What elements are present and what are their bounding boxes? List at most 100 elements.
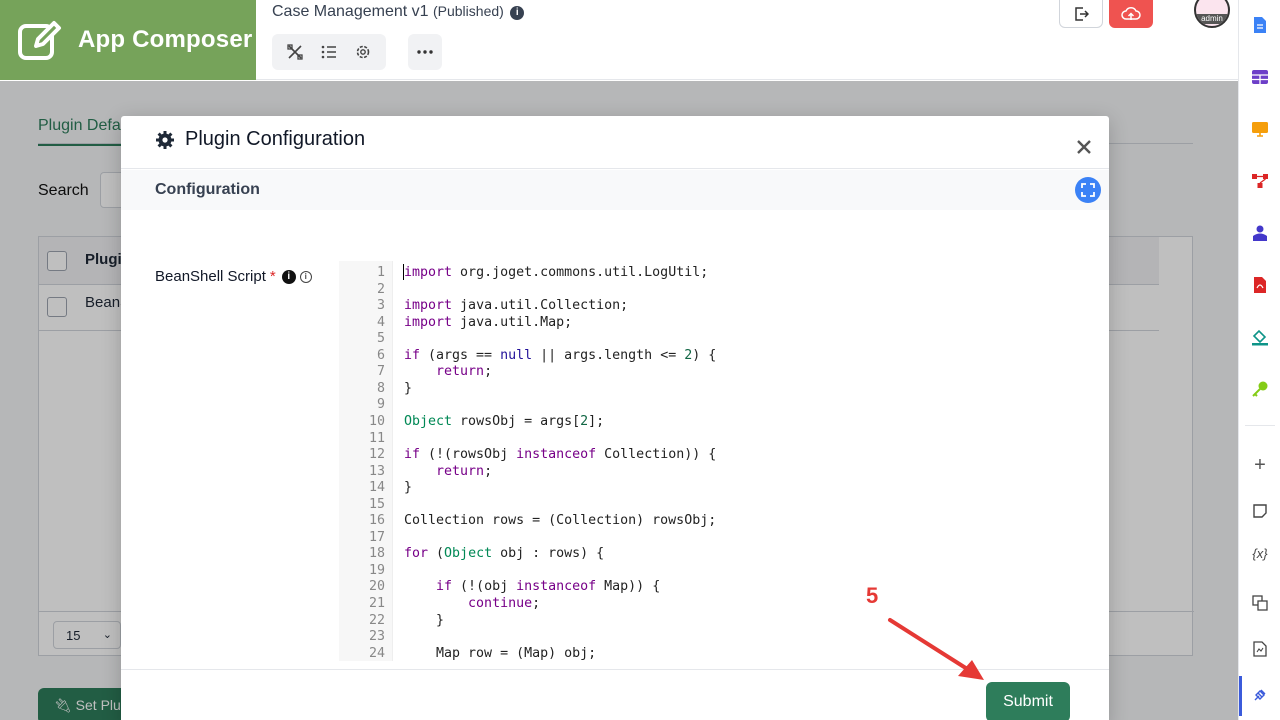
line-number: 12: [368, 447, 385, 463]
line-code: continue;: [468, 596, 541, 611]
line-number: 14: [368, 480, 385, 496]
cloud-upload-icon: [1121, 7, 1141, 20]
close-icon: [1077, 140, 1091, 154]
code-line[interactable]: 1 import org.joget.commons.util.LogUtil;: [339, 265, 1097, 282]
line-code: if (args == null || args.length <= 2) {: [404, 347, 717, 363]
code-line[interactable]: 17: [339, 530, 1097, 547]
line-number: 21: [368, 596, 385, 611]
table-icon[interactable]: [1249, 66, 1271, 88]
key-icon[interactable]: [1249, 378, 1271, 400]
code-line[interactable]: 6 if (args == null || args.length <= 2) {: [339, 348, 1097, 365]
code-line[interactable]: 12 if (!(rowsObj instanceof Collection)) …: [339, 447, 1097, 464]
line-number: 23: [368, 629, 385, 645]
gear-icon: [156, 130, 174, 149]
more-options-button[interactable]: [408, 34, 442, 70]
flow-icon[interactable]: [1249, 170, 1271, 192]
export-icon: [1075, 7, 1089, 21]
line-number: 18: [368, 546, 385, 562]
pdf-icon[interactable]: [1249, 274, 1271, 296]
app-composer-brand[interactable]: App Composer: [0, 0, 256, 80]
line-number: 8: [376, 380, 385, 396]
line-code: for (Object obj : rows) {: [404, 546, 605, 562]
rail-divider: [1245, 425, 1275, 426]
line-number: 22: [368, 612, 385, 628]
info-icon[interactable]: i: [281, 269, 296, 284]
line-number: 17: [368, 529, 385, 545]
line-number: 13: [368, 463, 385, 479]
paint-bucket-icon[interactable]: [1249, 326, 1271, 348]
code-line[interactable]: 8}: [339, 381, 1097, 398]
line-number: 20: [368, 579, 385, 595]
submit-button[interactable]: Submit: [986, 682, 1070, 720]
code-line[interactable]: 7 return;: [339, 364, 1097, 381]
code-line[interactable]: 19: [339, 563, 1097, 580]
code-line[interactable]: 10 Object rowsObj = args[2];: [339, 414, 1097, 431]
line-code: import java.util.Collection;: [404, 298, 629, 314]
beanshell-script-label: BeanShell Script * i i: [155, 268, 312, 285]
line-code: Map row = (Map) obj;: [404, 645, 597, 661]
code-line[interactable]: 14}: [339, 480, 1097, 497]
line-number: 4: [376, 314, 385, 330]
line-code: }: [404, 480, 413, 496]
annotation-arrow: [888, 618, 984, 680]
line-code: return;: [436, 364, 493, 380]
line-code: if (!(rowsObj instanceof Collection)) {: [404, 447, 717, 463]
edit-icon: [18, 21, 61, 60]
plugin-icon[interactable]: [1249, 684, 1271, 706]
info-icon[interactable]: i: [510, 6, 525, 20]
code-line[interactable]: 2: [339, 282, 1097, 299]
app-title: Case Management v1 (Published) i: [272, 3, 525, 21]
configuration-section: Configuration: [121, 170, 1109, 210]
line-number: 11: [368, 430, 385, 446]
code-line[interactable]: 3 import java.util.Collection;: [339, 298, 1097, 315]
file-icon[interactable]: [1249, 638, 1271, 660]
dialog-header: Plugin Configuration: [121, 116, 1109, 169]
line-number: 16: [368, 513, 385, 529]
code-line[interactable]: 20 if (!(obj instanceof Map)) {: [339, 579, 1097, 596]
avatar[interactable]: admin: [1194, 0, 1230, 28]
code-line[interactable]: 13 return;: [339, 464, 1097, 481]
line-code: }: [404, 612, 445, 628]
code-line[interactable]: 4 import java.util.Map;: [339, 315, 1097, 332]
note-icon[interactable]: [1249, 500, 1271, 522]
code-line[interactable]: 16 Collection rows = (Collection) rowsObj…: [339, 513, 1097, 530]
line-code: import java.util.Map;: [404, 314, 573, 330]
list-icon[interactable]: [317, 40, 341, 64]
document-icon[interactable]: [1249, 14, 1271, 36]
fullscreen-button[interactable]: [1075, 177, 1101, 203]
close-button[interactable]: [1073, 136, 1095, 158]
rail-active-indicator: [1239, 676, 1242, 716]
translate-icon[interactable]: [1249, 592, 1271, 614]
line-number: 6: [376, 347, 385, 363]
code-line[interactable]: 5: [339, 331, 1097, 348]
fullscreen-icon: [1081, 183, 1095, 197]
text-cursor: [403, 264, 404, 280]
plus-icon[interactable]: +: [1249, 454, 1271, 476]
line-code: Collection rows = (Collection) rowsObj;: [404, 513, 717, 529]
design-tools-icon[interactable]: [283, 40, 307, 64]
line-number: 15: [368, 496, 385, 512]
code-line[interactable]: 15: [339, 497, 1097, 514]
brand-name: App Composer: [78, 26, 253, 53]
line-number: 3: [376, 298, 385, 314]
code-editor[interactable]: 1 import org.joget.commons.util.LogUtil; 2…: [339, 261, 1097, 661]
user-group-icon[interactable]: [1249, 222, 1271, 244]
code-line[interactable]: 9: [339, 397, 1097, 414]
export-button[interactable]: [1059, 0, 1103, 28]
variable-icon[interactable]: {x}: [1249, 542, 1271, 564]
deploy-button[interactable]: [1109, 0, 1153, 28]
step-number: 5: [866, 583, 879, 608]
code-line[interactable]: 18 for (Object obj : rows) {: [339, 546, 1097, 563]
required-mark: *: [269, 268, 276, 285]
line-code: if (!(obj instanceof Map)) {: [436, 579, 661, 595]
help-icon[interactable]: i: [299, 270, 312, 283]
line-number: 5: [376, 331, 385, 347]
line-code: return;: [436, 463, 493, 479]
settings-icon[interactable]: [351, 40, 375, 64]
publish-status: (Published): [432, 3, 504, 19]
code-line[interactable]: 11: [339, 431, 1097, 448]
field-label-text: BeanShell Script: [155, 268, 266, 285]
line-code: Object rowsObj = args[2];: [404, 413, 605, 429]
monitor-icon[interactable]: [1249, 118, 1271, 140]
dialog-title: Plugin Configuration: [155, 128, 365, 151]
